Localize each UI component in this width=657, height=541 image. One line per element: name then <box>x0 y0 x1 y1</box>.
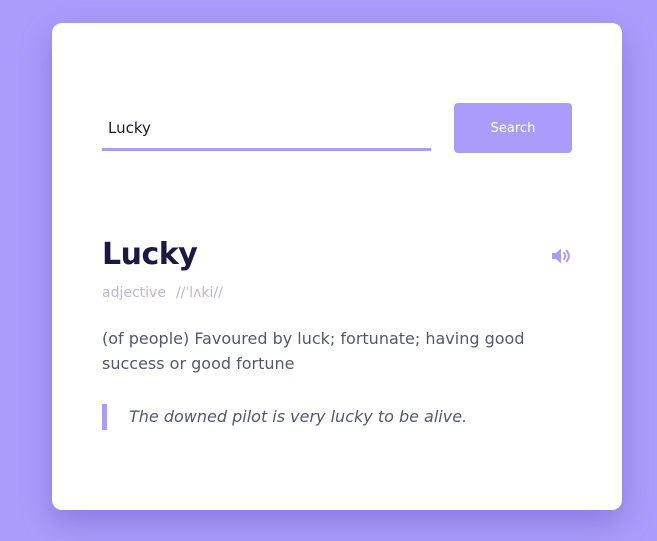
part-of-speech: adjective <box>102 285 166 301</box>
word-title: Lucky <box>102 237 198 272</box>
word-meta: adjective //ˈlʌki// <box>102 285 223 301</box>
example-quote: The downed pilot is very lucky to be ali… <box>102 404 549 430</box>
dictionary-card: Search Lucky adjective //ˈlʌki// (of peop… <box>52 23 622 510</box>
definition: (of people) Favoured by luck; fortunate;… <box>102 329 525 373</box>
phonetic: //ˈlʌki// <box>175 285 223 301</box>
search-button[interactable]: Search <box>454 103 572 153</box>
search-input[interactable] <box>102 107 431 151</box>
speaker-icon[interactable] <box>550 245 572 267</box>
word-header: Lucky <box>102 235 572 279</box>
search-bar: Search <box>102 103 572 153</box>
